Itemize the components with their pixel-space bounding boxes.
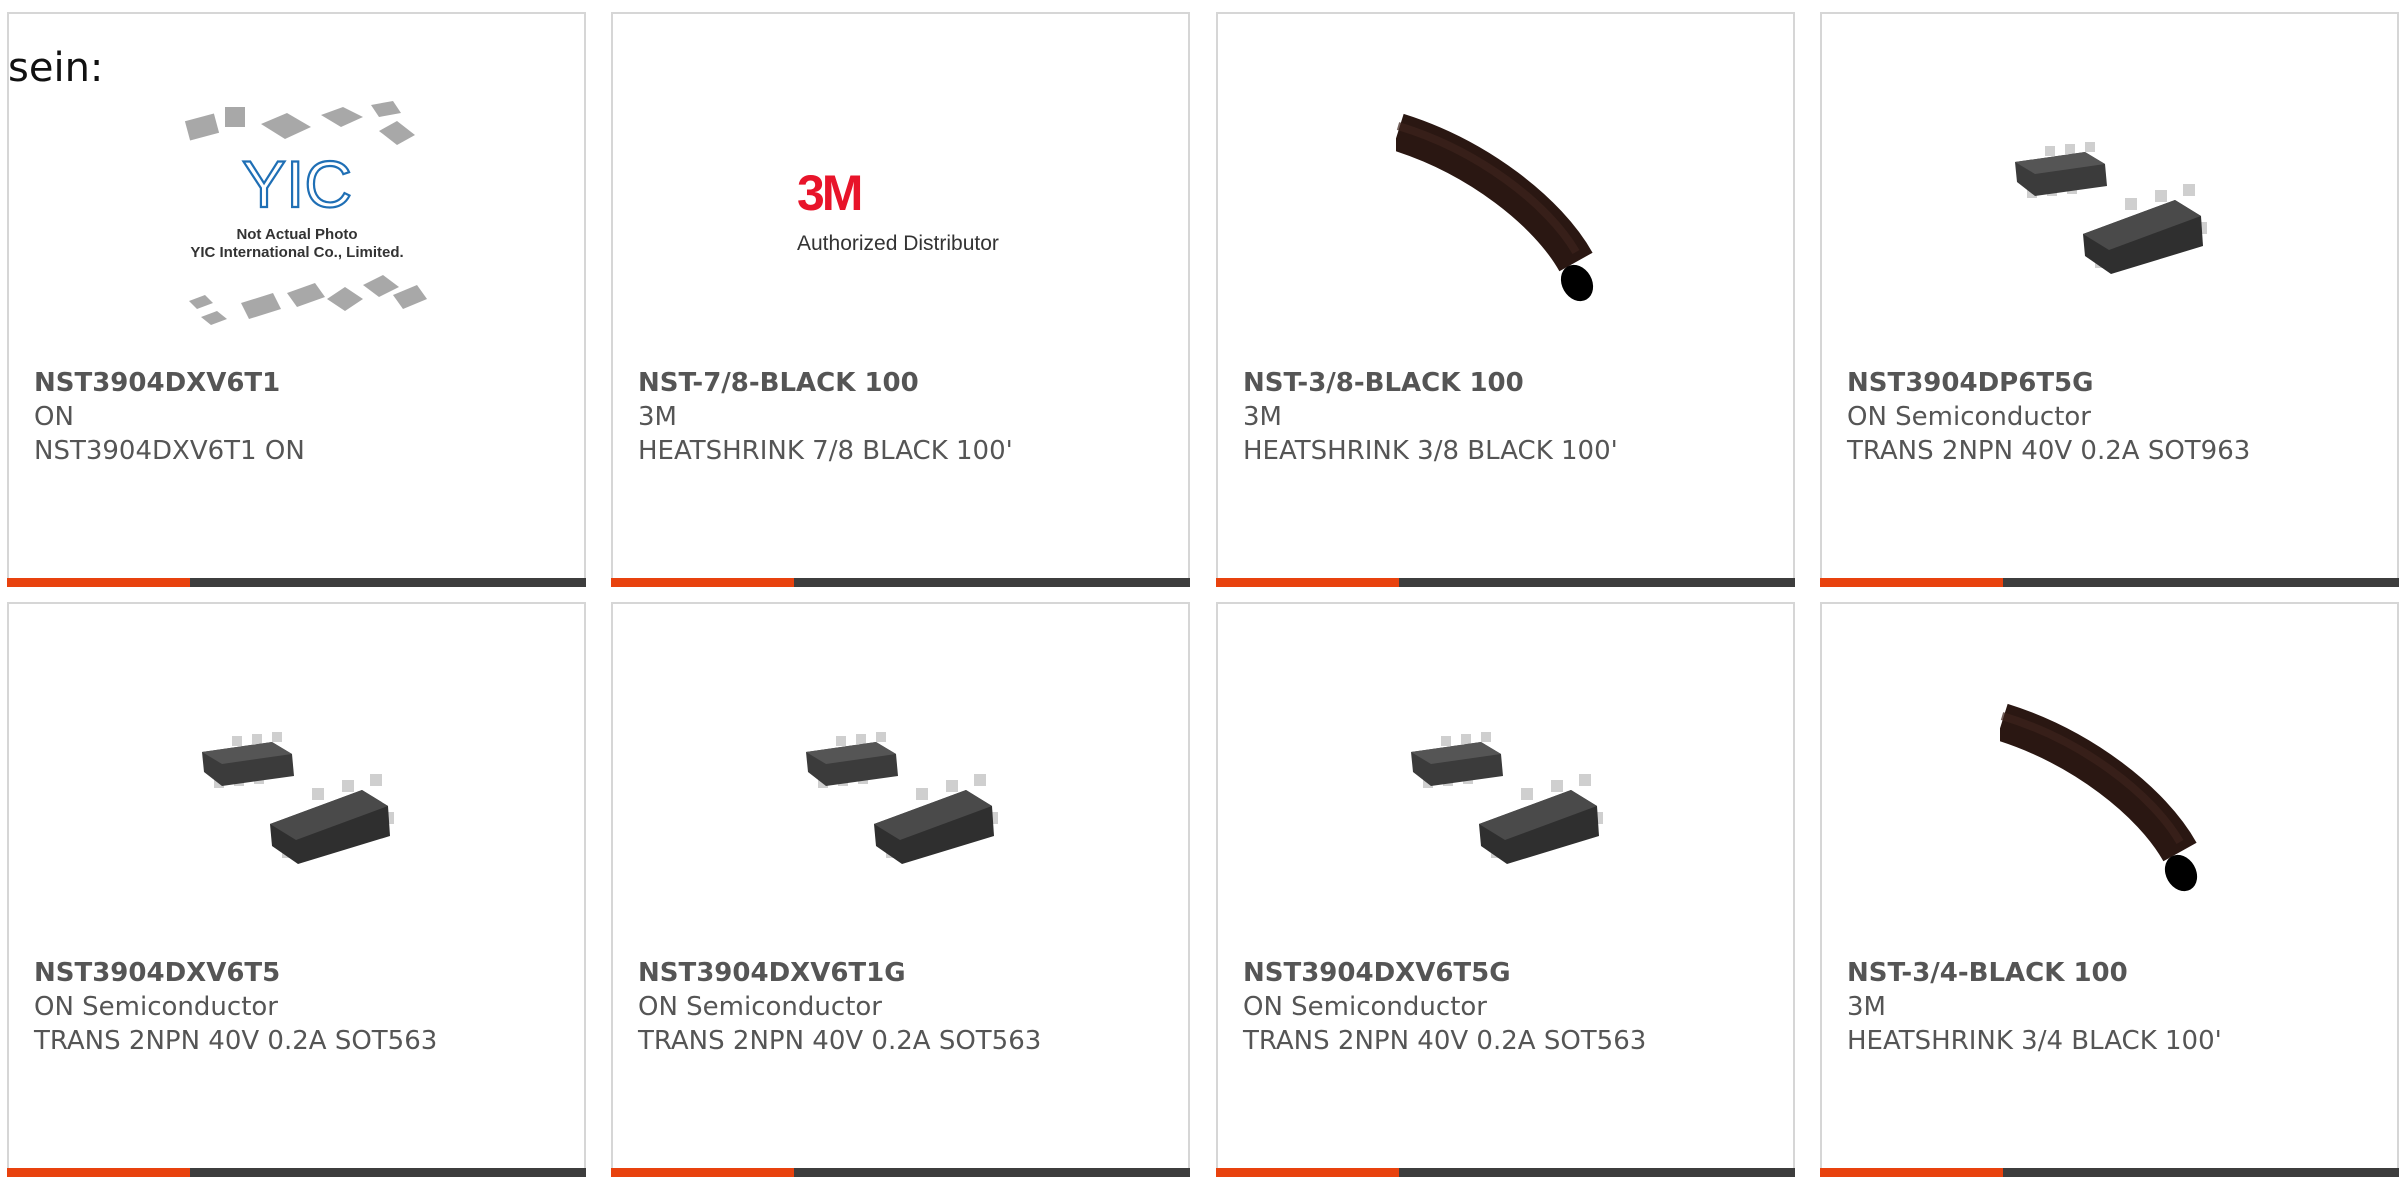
product-card[interactable]: 3M Authorized Distributor NST-7/8-BLACK … (611, 12, 1190, 587)
card-accent-bar (611, 1168, 794, 1177)
part-number[interactable]: NST3904DXV6T1G (638, 956, 1178, 990)
product-card[interactable]: NST3904DXV6T1G ON Semiconductor TRANS 2N… (611, 602, 1190, 1177)
product-card[interactable]: NST-3/4-BLACK 100 3M HEATSHRINK 3/4 BLAC… (1820, 602, 2399, 1177)
product-image[interactable] (9, 664, 584, 944)
card-accent-bar (1216, 1168, 1399, 1177)
sot-chip-pair-image (2014, 142, 2207, 274)
part-number[interactable]: NST-3/4-BLACK 100 (1847, 956, 2387, 990)
manufacturer: ON Semiconductor (1847, 402, 2091, 432)
product-description: HEATSHRINK 7/8 BLACK 100' (638, 436, 1013, 466)
product-image[interactable] (613, 664, 1188, 944)
part-number[interactable]: NST3904DXV6T5G (1243, 956, 1783, 990)
product-image[interactable] (1822, 74, 2397, 354)
product-description: TRANS 2NPN 40V 0.2A SOT563 (34, 1026, 438, 1056)
card-bottom-bar (611, 1168, 1190, 1177)
product-card[interactable]: NST-3/8-BLACK 100 3M HEATSHRINK 3/8 BLAC… (1216, 12, 1795, 587)
yic-placeholder-image: YIC Not Actual Photo YIC International C… (184, 101, 427, 325)
manufacturer: ON (34, 402, 74, 432)
product-image[interactable]: YIC Not Actual Photo YIC International C… (9, 74, 584, 354)
card-accent-bar (1820, 1168, 2003, 1177)
manufacturer: ON Semiconductor (638, 992, 882, 1022)
card-bottom-bar (7, 1168, 586, 1177)
product-description: NST3904DXV6T1 ON (34, 436, 305, 466)
3m-logo-text: 3M (797, 165, 861, 221)
yic-caption-line2: YIC International Co., Limited. (190, 244, 403, 261)
card-accent-bar (1216, 578, 1399, 587)
product-description: TRANS 2NPN 40V 0.2A SOT563 (638, 1026, 1042, 1056)
yic-logo-text: YIC (241, 147, 351, 221)
product-card[interactable]: YIC Not Actual Photo YIC International C… (7, 12, 586, 587)
black-heatshrink-tube-image (2000, 684, 2220, 924)
sot-chip-pair-image (805, 732, 998, 864)
product-image[interactable] (1218, 74, 1793, 354)
part-number[interactable]: NST-7/8-BLACK 100 (638, 366, 1178, 400)
part-number[interactable]: NST3904DP6T5G (1847, 366, 2387, 400)
sot-chip-pair-image (1410, 732, 1603, 864)
card-accent-bar (611, 578, 794, 587)
manufacturer: 3M (638, 402, 677, 432)
card-accent-bar (7, 578, 190, 587)
product-image[interactable] (1218, 664, 1793, 944)
product-card[interactable]: NST3904DXV6T5G ON Semiconductor TRANS 2N… (1216, 602, 1795, 1177)
3m-authorized-distributor-logo: 3M Authorized Distributor (797, 165, 999, 255)
product-image[interactable] (1822, 664, 2397, 944)
card-accent-bar (7, 1168, 190, 1177)
card-bottom-bar (1216, 578, 1795, 587)
product-description: HEATSHRINK 3/4 BLACK 100' (1847, 1026, 2222, 1056)
sot-chip-pair-image (201, 732, 394, 864)
card-bottom-bar (7, 578, 586, 587)
product-card[interactable]: NST3904DXV6T5 ON Semiconductor TRANS 2NP… (7, 602, 586, 1177)
black-heatshrink-tube-image (1396, 94, 1616, 334)
product-card[interactable]: NST3904DP6T5G ON Semiconductor TRANS 2NP… (1820, 12, 2399, 587)
part-number[interactable]: NST3904DXV6T5 (34, 956, 574, 990)
manufacturer: ON Semiconductor (1243, 992, 1487, 1022)
card-bottom-bar (1820, 1168, 2399, 1177)
product-description: TRANS 2NPN 40V 0.2A SOT963 (1847, 436, 2251, 466)
product-description: HEATSHRINK 3/8 BLACK 100' (1243, 436, 1618, 466)
part-number[interactable]: NST3904DXV6T1 (34, 366, 574, 400)
product-image[interactable]: 3M Authorized Distributor (613, 74, 1188, 354)
authorized-distributor-text: Authorized Distributor (797, 232, 999, 255)
card-bottom-bar (1820, 578, 2399, 587)
manufacturer: 3M (1847, 992, 1886, 1022)
part-number[interactable]: NST-3/8-BLACK 100 (1243, 366, 1783, 400)
manufacturer: ON Semiconductor (34, 992, 278, 1022)
yic-caption-line1: Not Actual Photo (236, 226, 357, 243)
lead-text: sein: (8, 45, 104, 91)
card-accent-bar (1820, 578, 2003, 587)
card-bottom-bar (1216, 1168, 1795, 1177)
product-description: TRANS 2NPN 40V 0.2A SOT563 (1243, 1026, 1647, 1056)
manufacturer: 3M (1243, 402, 1282, 432)
card-bottom-bar (611, 578, 1190, 587)
